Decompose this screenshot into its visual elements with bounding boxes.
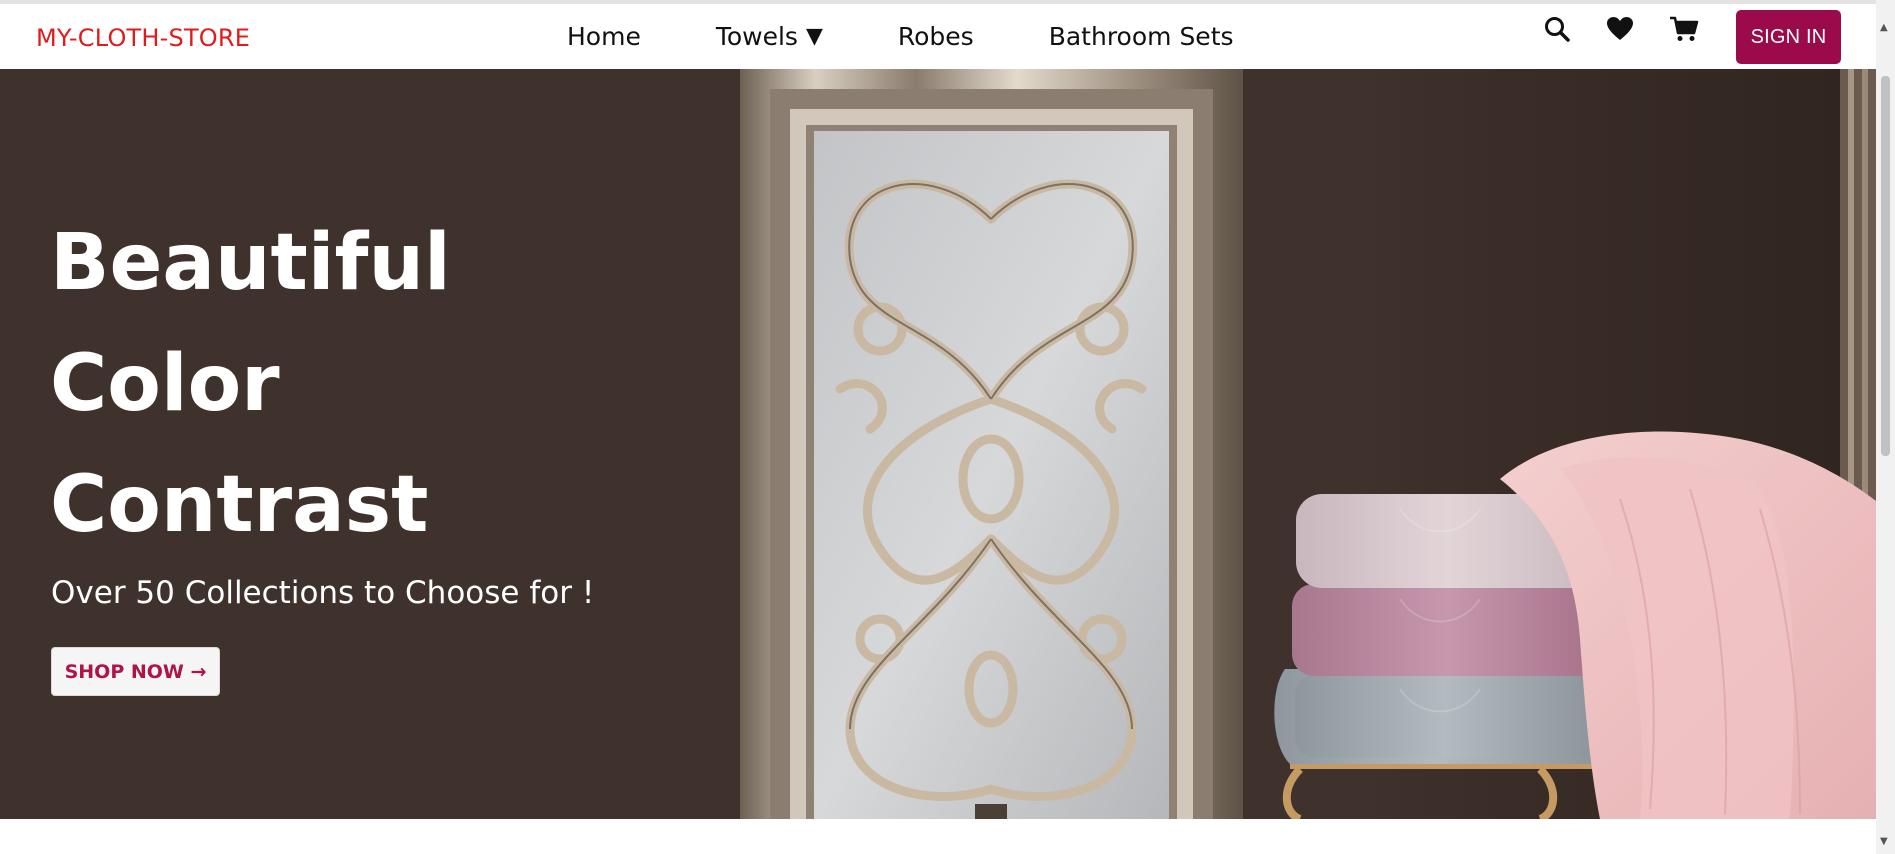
nav-link-home[interactable]: Home: [567, 22, 641, 51]
hero-title: Beautiful Color Contrast: [50, 203, 690, 566]
page: MY-CLOTH-STORE Home Towels ▼ Robes Bathr…: [0, 0, 1876, 854]
nav-link-label: Home: [567, 22, 641, 51]
hero-banner: Beautiful Color Contrast Over 50 Collect…: [0, 69, 1876, 819]
nav-links: Home Towels ▼ Robes Bathroom Sets: [567, 22, 1234, 51]
brand-logo-link[interactable]: MY-CLOTH-STORE: [36, 24, 250, 52]
scroll-down-arrow-icon[interactable]: ▼: [1880, 836, 1888, 847]
search-icon[interactable]: [1540, 12, 1574, 46]
shop-now-button[interactable]: SHOP NOW →: [51, 647, 220, 696]
hero-subtitle: Over 50 Collections to Choose for !: [51, 575, 595, 611]
nav-link-bathroom-sets[interactable]: Bathroom Sets: [1049, 22, 1234, 51]
heart-icon[interactable]: [1603, 12, 1637, 46]
scrollbar-thumb[interactable]: [1881, 76, 1890, 456]
nav-link-towels-dropdown[interactable]: Towels ▼: [716, 22, 823, 51]
hero-title-line: Contrast: [50, 460, 429, 550]
hero-title-line: Beautiful: [50, 218, 451, 308]
caret-down-icon: ▼: [805, 24, 823, 49]
scroll-up-arrow-icon[interactable]: ▲: [1880, 22, 1888, 33]
nav-link-label: Robes: [897, 22, 974, 51]
navbar: MY-CLOTH-STORE Home Towels ▼ Robes Bathr…: [0, 4, 1876, 69]
hero-title-line: Color: [50, 339, 280, 429]
cart-icon[interactable]: [1667, 12, 1701, 46]
nav-link-label: Bathroom Sets: [1048, 22, 1234, 51]
sign-in-button[interactable]: SIGN IN: [1736, 10, 1841, 64]
nav-link-robes[interactable]: Robes: [898, 22, 974, 51]
nav-link-label: Towels: [715, 22, 798, 51]
scrollbar[interactable]: ▲ ▼: [1876, 0, 1895, 854]
